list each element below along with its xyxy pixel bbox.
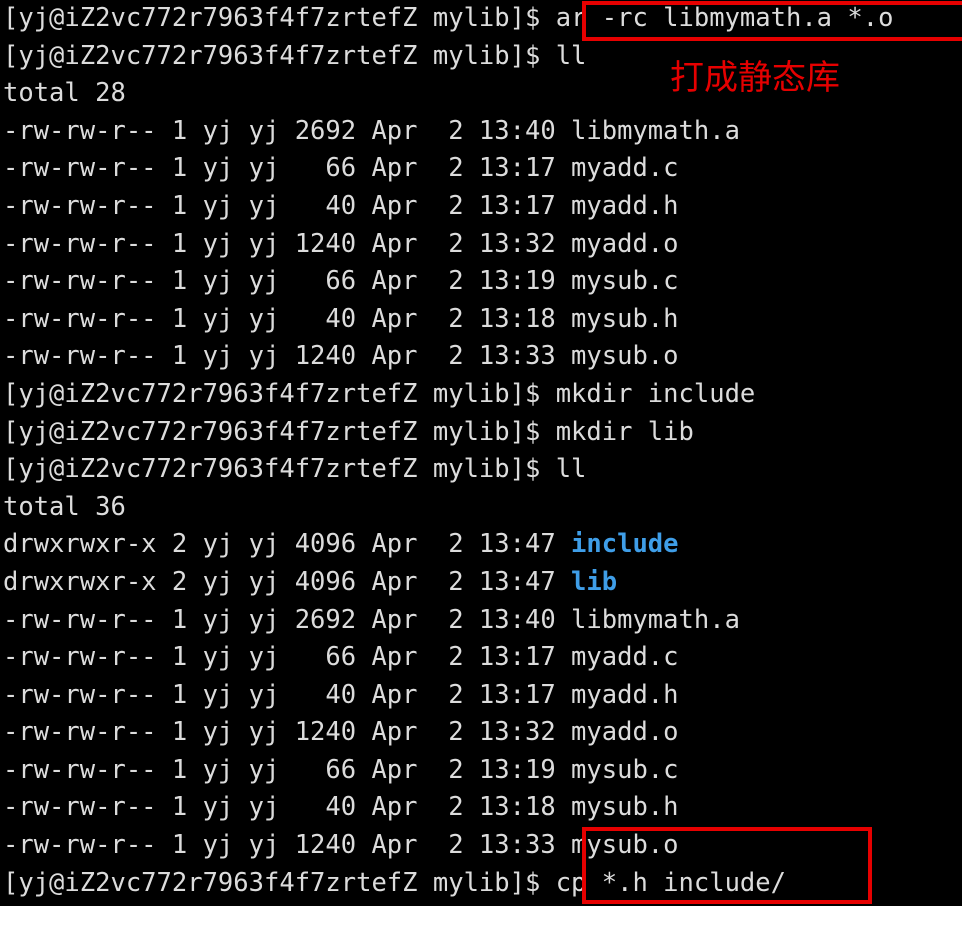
file-name: myadd.c	[571, 153, 679, 184]
file-metadata: -rw-rw-r-- 1 yj yj 40 Apr 2 13:17	[3, 679, 572, 710]
file-metadata: drwxrwxr-x 2 yj yj 4096 Apr 2 13:47	[3, 566, 572, 597]
file-listing-row: -rw-rw-r-- 1 yj yj 1240 Apr 2 13:33 mysu…	[3, 338, 962, 376]
file-listing-row: -rw-rw-r-- 1 yj yj 1240 Apr 2 13:32 myad…	[3, 226, 962, 264]
terminal-output-line: total 36	[3, 489, 962, 527]
file-name: myadd.h	[571, 190, 679, 221]
annotation-chinese-note: 打成静态库	[670, 58, 840, 98]
directory-name: lib	[571, 566, 618, 597]
file-metadata: -rw-rw-r-- 1 yj yj 40 Apr 2 13:17	[3, 190, 572, 221]
page-bottom-strip	[0, 906, 962, 928]
shell-command-text: cp *.h include/	[555, 867, 786, 898]
file-name: mysub.c	[571, 266, 679, 297]
file-metadata: -rw-rw-r-- 1 yj yj 40 Apr 2 13:18	[3, 792, 572, 823]
terminal-command-line: [yj@iZ2vc772r7963f4f7zrtefZ mylib]$ mkdi…	[3, 414, 962, 452]
file-metadata: -rw-rw-r-- 1 yj yj 2692 Apr 2 13:40	[3, 115, 572, 146]
file-metadata: -rw-rw-r-- 1 yj yj 1240 Apr 2 13:32	[3, 717, 572, 748]
shell-command-text: mkdir lib	[555, 416, 694, 447]
file-name: myadd.o	[571, 717, 679, 748]
shell-prompt: [yj@iZ2vc772r7963f4f7zrtefZ mylib]$	[3, 3, 556, 33]
file-metadata: -rw-rw-r-- 1 yj yj 40 Apr 2 13:18	[3, 303, 572, 334]
file-metadata: -rw-rw-r-- 1 yj yj 66 Apr 2 13:19	[3, 266, 572, 297]
shell-command-text: mkdir include	[555, 378, 756, 409]
file-listing-row: -rw-rw-r-- 1 yj yj 1240 Apr 2 13:33 mysu…	[3, 827, 962, 865]
file-name: mysub.h	[571, 303, 679, 334]
shell-prompt: [yj@iZ2vc772r7963f4f7zrtefZ mylib]$	[3, 867, 556, 898]
file-name: myadd.h	[571, 679, 679, 710]
file-name: mysub.o	[571, 341, 679, 372]
terminal-command-line: [yj@iZ2vc772r7963f4f7zrtefZ mylib]$ ar -…	[3, 0, 962, 38]
shell-prompt: [yj@iZ2vc772r7963f4f7zrtefZ mylib]$	[3, 378, 556, 409]
file-listing-row: -rw-rw-r-- 1 yj yj 66 Apr 2 13:17 myadd.…	[3, 639, 962, 677]
output-text: total 28	[3, 78, 126, 109]
file-listing-row: -rw-rw-r-- 1 yj yj 2692 Apr 2 13:40 libm…	[3, 113, 962, 151]
shell-prompt: [yj@iZ2vc772r7963f4f7zrtefZ mylib]$	[3, 40, 556, 71]
file-name: myadd.c	[571, 642, 679, 673]
file-metadata: -rw-rw-r-- 1 yj yj 1240 Apr 2 13:32	[3, 228, 572, 259]
shell-command-text: ll	[555, 40, 587, 71]
shell-prompt: [yj@iZ2vc772r7963f4f7zrtefZ mylib]$	[3, 416, 556, 447]
file-listing-row: -rw-rw-r-- 1 yj yj 40 Apr 2 13:17 myadd.…	[3, 188, 962, 226]
file-listing-row: -rw-rw-r-- 1 yj yj 66 Apr 2 13:17 myadd.…	[3, 150, 962, 188]
terminal-window[interactable]: [yj@iZ2vc772r7963f4f7zrtefZ mylib]$ ar -…	[0, 0, 962, 906]
file-listing-row: -rw-rw-r-- 1 yj yj 40 Apr 2 13:18 mysub.…	[3, 789, 962, 827]
file-name: libmymath.a	[571, 115, 740, 146]
terminal-output: [yj@iZ2vc772r7963f4f7zrtefZ mylib]$ ar -…	[0, 0, 962, 906]
terminal-command-line: [yj@iZ2vc772r7963f4f7zrtefZ mylib]$ ll	[3, 451, 962, 489]
file-listing-row: -rw-rw-r-- 1 yj yj 40 Apr 2 13:17 myadd.…	[3, 677, 962, 715]
file-listing-row: -rw-rw-r-- 1 yj yj 66 Apr 2 13:19 mysub.…	[3, 263, 962, 301]
file-metadata: -rw-rw-r-- 1 yj yj 66 Apr 2 13:17	[3, 642, 572, 673]
shell-command-text: ll	[555, 454, 587, 485]
terminal-command-line: [yj@iZ2vc772r7963f4f7zrtefZ mylib]$ cp *…	[3, 865, 962, 903]
file-listing-row: -rw-rw-r-- 1 yj yj 40 Apr 2 13:18 mysub.…	[3, 301, 962, 339]
file-name: libmymath.a	[571, 604, 740, 635]
file-name: mysub.h	[571, 792, 679, 823]
file-name: mysub.c	[571, 754, 679, 785]
file-metadata: -rw-rw-r-- 1 yj yj 66 Apr 2 13:19	[3, 754, 572, 785]
file-metadata: -rw-rw-r-- 1 yj yj 2692 Apr 2 13:40	[3, 604, 572, 635]
output-text: total 36	[3, 491, 126, 522]
file-listing-row: drwxrwxr-x 2 yj yj 4096 Apr 2 13:47 lib	[3, 564, 962, 602]
file-listing-row: -rw-rw-r-- 1 yj yj 2692 Apr 2 13:40 libm…	[3, 602, 962, 640]
terminal-command-line: [yj@iZ2vc772r7963f4f7zrtefZ mylib]$ mkdi…	[3, 376, 962, 414]
file-metadata: -rw-rw-r-- 1 yj yj 1240 Apr 2 13:33	[3, 830, 572, 861]
file-metadata: -rw-rw-r-- 1 yj yj 1240 Apr 2 13:33	[3, 341, 572, 372]
file-metadata: -rw-rw-r-- 1 yj yj 66 Apr 2 13:17	[3, 153, 572, 184]
file-listing-row: -rw-rw-r-- 1 yj yj 1240 Apr 2 13:32 myad…	[3, 714, 962, 752]
shell-prompt: [yj@iZ2vc772r7963f4f7zrtefZ mylib]$	[3, 454, 556, 485]
file-listing-row: drwxrwxr-x 2 yj yj 4096 Apr 2 13:47 incl…	[3, 526, 962, 564]
file-metadata: drwxrwxr-x 2 yj yj 4096 Apr 2 13:47	[3, 529, 572, 560]
file-listing-row: -rw-rw-r-- 1 yj yj 66 Apr 2 13:19 mysub.…	[3, 752, 962, 790]
file-name: mysub.o	[571, 830, 679, 861]
file-name: myadd.o	[571, 228, 679, 259]
directory-name: include	[571, 529, 679, 560]
shell-command-text: ar -rc libmymath.a *.o	[555, 3, 894, 33]
